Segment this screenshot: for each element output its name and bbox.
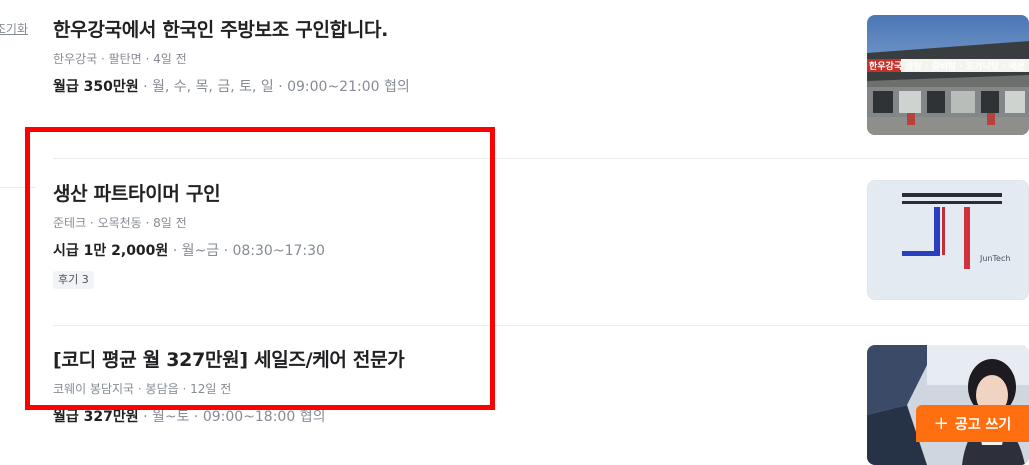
post-job-label: 공고 쓰기 — [954, 416, 1012, 433]
plus-icon: + — [933, 412, 949, 434]
juntech-logo: JunTech — [868, 181, 1028, 299]
restaurant-photo: 한우강국 곰탕 · 갈비탕 · 도가니탕 · 매운 — [867, 15, 1029, 135]
job-thumbnail-1[interactable]: 한우강국 곰탕 · 갈비탕 · 도가니탕 · 매운 — [867, 15, 1029, 135]
pay-details: · 월, 수, 목, 금, 토, 일 · 09:00~21:00 협의 — [138, 79, 410, 95]
list-divider — [53, 325, 1029, 326]
pay-amount: 시급 1만 2,000원 — [53, 243, 169, 259]
logo-text: JunTech — [979, 254, 1010, 263]
pay-details: · 월~금 · 08:30~17:30 — [168, 243, 325, 259]
left-cutoff-link[interactable]: 조기화 — [0, 20, 28, 37]
pay-details: · 월~토 · 09:00~18:00 협의 — [138, 409, 326, 425]
review-badge: 후기 3 — [53, 271, 94, 289]
sign-text: 한우강국 곰탕 · 갈비탕 · 도가니탕 · 매운 — [869, 60, 1025, 72]
post-job-button[interactable]: + 공고 쓰기 — [916, 405, 1029, 442]
pay-amount: 월급 350만원 — [53, 79, 139, 95]
list-divider — [53, 158, 1029, 159]
pay-amount: 월급 327만원 — [53, 409, 139, 425]
left-divider — [0, 187, 36, 188]
job-thumbnail-2[interactable]: JunTech — [867, 180, 1029, 300]
